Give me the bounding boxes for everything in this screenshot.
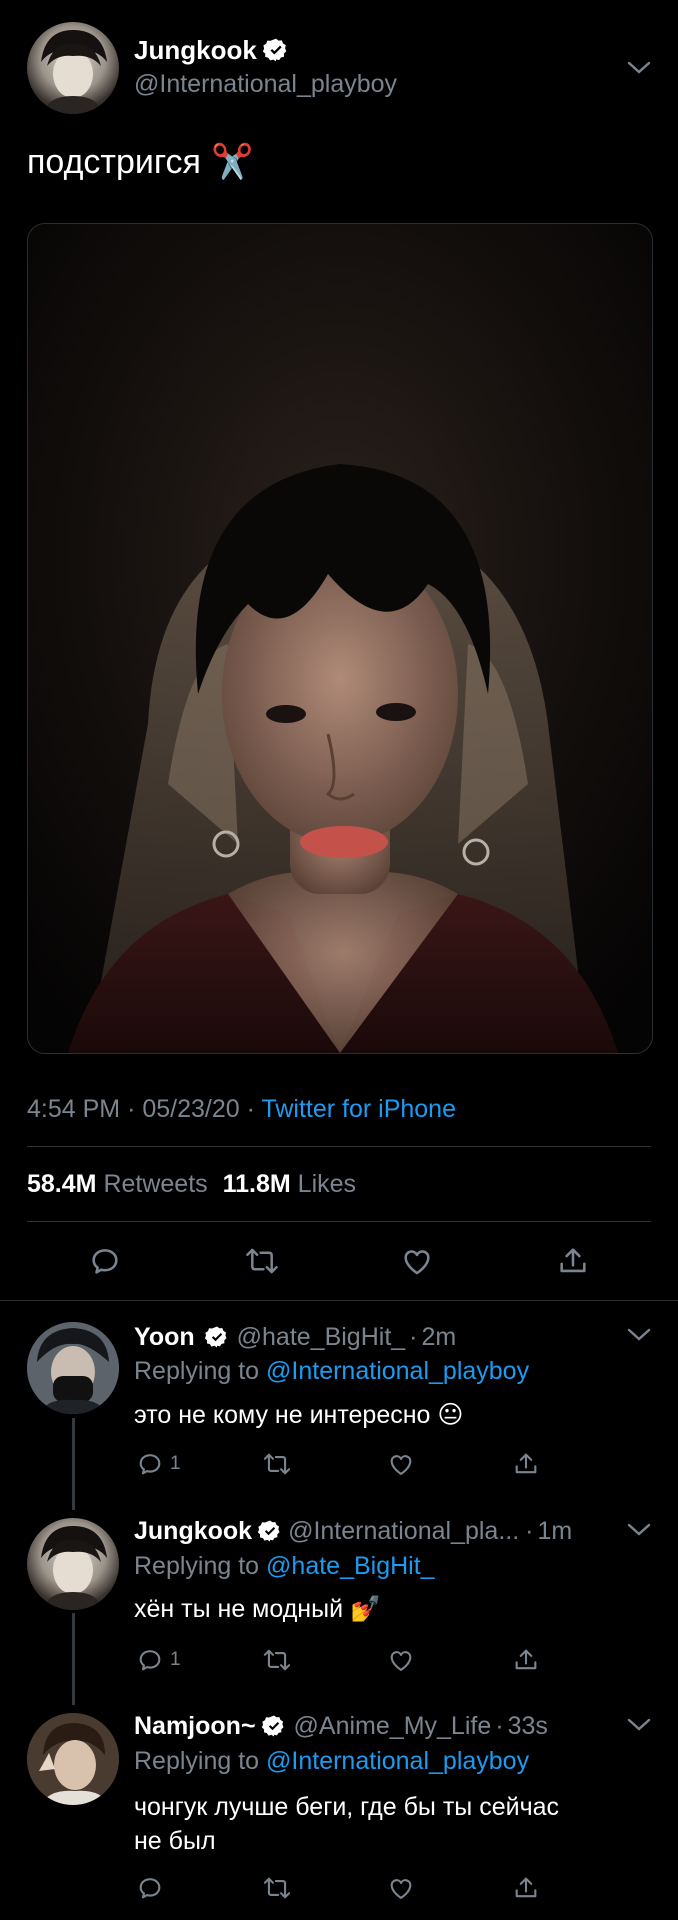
replying-to-label: Replying to xyxy=(134,1552,260,1580)
reply-icon xyxy=(139,1650,161,1671)
likes-stat[interactable]: 11.8M Likes xyxy=(223,1170,356,1198)
heart-icon xyxy=(390,1455,412,1475)
heart-icon xyxy=(390,1651,412,1671)
reply-button[interactable] xyxy=(136,1874,164,1902)
like-button[interactable] xyxy=(387,1874,415,1902)
share-button[interactable] xyxy=(512,1450,540,1478)
reply-time: 1m xyxy=(537,1516,573,1545)
reply-author-name[interactable]: Namjoon~ xyxy=(134,1712,256,1741)
heart-icon xyxy=(390,1879,412,1899)
meta-separator: · xyxy=(127,1095,136,1123)
reply-time: 33s xyxy=(507,1711,548,1740)
reply-button[interactable]: 1 xyxy=(136,1646,181,1674)
reply-count: 1 xyxy=(170,1453,181,1474)
reply-author-avatar[interactable] xyxy=(27,1518,119,1610)
verified-icon xyxy=(258,1520,280,1542)
main-author-name[interactable]: Jungkook xyxy=(134,35,257,66)
replying-to-link[interactable]: @International_playboy xyxy=(266,1357,529,1385)
reply-author-handle[interactable]: @Anime_My_Life xyxy=(294,1712,492,1741)
reply-button[interactable]: 1 xyxy=(136,1450,181,1478)
reply-text: хён ты не модный xyxy=(134,1595,344,1623)
verified-icon xyxy=(261,1715,284,1737)
likes-label: Likes xyxy=(297,1170,357,1198)
reply-author-avatar[interactable] xyxy=(27,1713,119,1805)
verified-icon xyxy=(262,38,287,62)
chevron-down-icon[interactable] xyxy=(626,60,652,76)
tweet-time: 4:54 PM xyxy=(27,1095,121,1123)
meta-separator: · xyxy=(246,1095,255,1123)
replying-to-label: Replying to xyxy=(134,1357,260,1385)
divider xyxy=(27,1146,651,1147)
reply-text-line: чонгук лучше беги, где бы ты сейчас xyxy=(134,1793,559,1821)
share-button[interactable] xyxy=(512,1646,540,1674)
heart-icon xyxy=(404,1250,430,1275)
main-author-handle[interactable]: @International_playboy xyxy=(134,70,397,99)
replying-to-link[interactable]: @International_playboy xyxy=(266,1747,529,1775)
share-icon xyxy=(515,1453,537,1474)
retweet-button[interactable] xyxy=(262,1874,292,1902)
likes-count: 11.8M xyxy=(222,1170,291,1198)
dot-separator: · xyxy=(525,1516,534,1545)
retweet-icon xyxy=(263,1649,291,1671)
like-button[interactable] xyxy=(400,1244,434,1278)
replying-to-label: Replying to xyxy=(134,1747,260,1775)
scissors-emoji: ✂️ xyxy=(210,143,254,181)
reply-count: 1 xyxy=(170,1649,181,1670)
retweet-icon xyxy=(246,1248,278,1274)
reply-text: это не кому не интересно xyxy=(134,1401,431,1429)
share-icon xyxy=(515,1877,537,1898)
retweet-button[interactable] xyxy=(262,1450,292,1478)
neutral-face-emoji: 😐 xyxy=(437,1401,464,1429)
reply-author-name[interactable]: Yoon xyxy=(134,1323,195,1352)
retweets-count: 58.4M xyxy=(27,1170,97,1198)
thread-line xyxy=(72,1418,75,1510)
chevron-down-icon[interactable] xyxy=(626,1327,652,1343)
verified-icon xyxy=(204,1326,227,1348)
retweets-label: Retweets xyxy=(103,1170,208,1198)
thread-line xyxy=(72,1613,75,1705)
tweet-date: 05/23/20 xyxy=(142,1095,240,1123)
nail-polish-emoji: 💅 xyxy=(350,1595,382,1623)
main-tweet-text: подстригся xyxy=(27,142,201,181)
reply-icon xyxy=(139,1878,161,1899)
chevron-down-icon[interactable] xyxy=(626,1717,652,1733)
like-button[interactable] xyxy=(387,1450,415,1478)
divider xyxy=(27,1221,651,1222)
like-button[interactable] xyxy=(387,1646,415,1674)
share-icon xyxy=(515,1649,537,1670)
chevron-down-icon[interactable] xyxy=(626,1522,652,1538)
reply-author-name[interactable]: Jungkook xyxy=(134,1517,252,1546)
retweet-icon xyxy=(263,1877,291,1899)
reply-time: 2m xyxy=(421,1322,457,1351)
tweet-photo[interactable] xyxy=(27,223,653,1054)
reply-button[interactable] xyxy=(88,1244,122,1278)
retweet-icon xyxy=(263,1453,291,1475)
main-author-avatar[interactable] xyxy=(27,22,119,114)
reply-text-line: не был xyxy=(134,1827,216,1855)
dot-separator: · xyxy=(409,1322,418,1351)
retweets-stat[interactable]: 58.4M Retweets xyxy=(27,1170,215,1198)
reply-icon xyxy=(92,1249,118,1274)
dot-separator: · xyxy=(495,1711,504,1740)
replying-to-link[interactable]: @hate_BigHit_ xyxy=(266,1552,435,1580)
tweet-source-link[interactable]: Twitter for iPhone xyxy=(261,1095,456,1123)
share-icon xyxy=(560,1248,586,1273)
reply-icon xyxy=(139,1454,161,1475)
retweet-button[interactable] xyxy=(262,1646,292,1674)
share-button[interactable] xyxy=(512,1874,540,1902)
share-button[interactable] xyxy=(556,1244,590,1278)
divider xyxy=(0,1300,678,1301)
reply-author-handle[interactable]: @hate_BigHit_ xyxy=(237,1323,406,1352)
reply-author-avatar[interactable] xyxy=(27,1322,119,1414)
retweet-button[interactable] xyxy=(244,1244,280,1278)
reply-author-handle[interactable]: @International_pla... xyxy=(288,1517,519,1546)
